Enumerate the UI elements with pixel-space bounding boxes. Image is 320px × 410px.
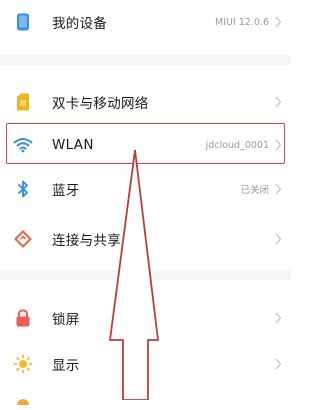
annotation-up-arrow-icon — [108, 149, 160, 400]
